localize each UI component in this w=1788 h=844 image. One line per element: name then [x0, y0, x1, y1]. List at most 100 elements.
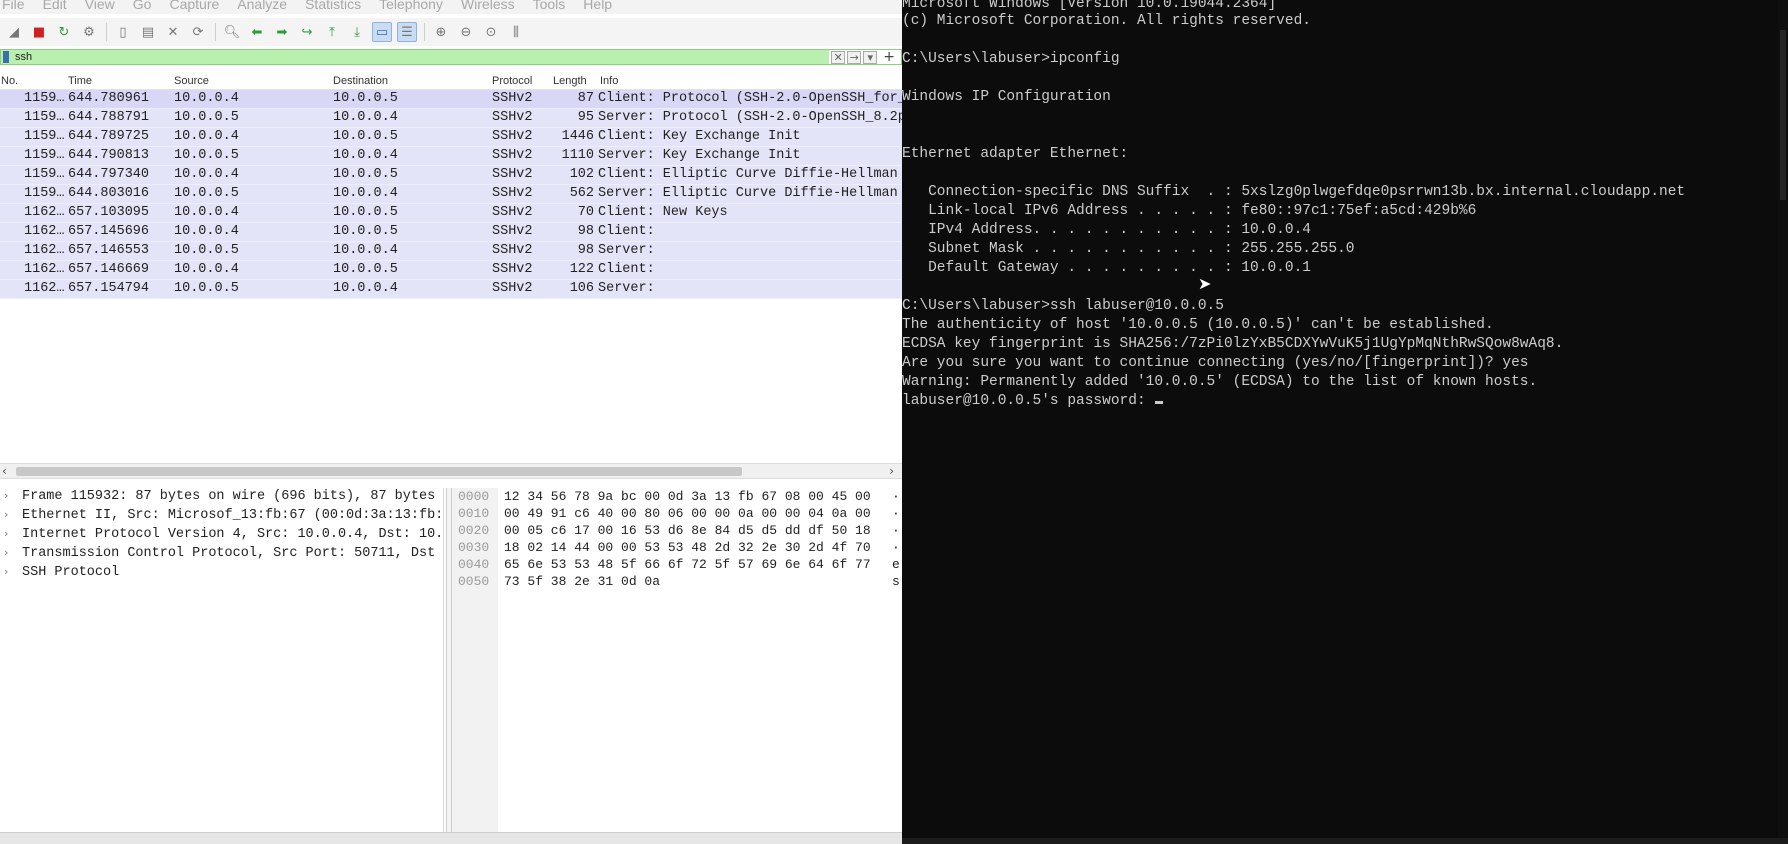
scroll-left-icon[interactable]: ‹	[2, 464, 7, 478]
save-file-icon[interactable]: ▤	[138, 22, 158, 42]
packet-row[interactable]: 1162… 657.145696 10.0.0.4 10.0.0.5 SSHv2…	[0, 223, 902, 242]
packet-row[interactable]: 1159… 644.790813 10.0.0.5 10.0.0.4 SSHv2…	[0, 147, 902, 166]
byte-hex[interactable]: 00 49 91 c6 40 00 80 06 00 00 0a 00 00 0…	[504, 506, 871, 521]
packet-row[interactable]: 1162… 657.146553 10.0.0.5 10.0.0.4 SSHv2…	[0, 242, 902, 261]
open-file-icon[interactable]: ▯	[113, 22, 133, 42]
byte-hex[interactable]: 65 6e 53 53 48 5f 66 6f 72 5f 57 69 6e 6…	[504, 557, 871, 572]
scrollbar-thumb[interactable]	[16, 467, 742, 476]
packet-row[interactable]: 1159… 644.788791 10.0.0.5 10.0.0.4 SSHv2…	[0, 109, 902, 128]
filter-history-icon[interactable]: ▾	[863, 50, 878, 64]
column-header-time[interactable]: Time	[68, 75, 92, 87]
byte-ascii[interactable]: ·	[892, 523, 900, 538]
close-file-icon[interactable]: ✕	[163, 22, 183, 42]
go-first-packet-icon[interactable]: ⤒	[322, 22, 342, 42]
colorize-icon[interactable]: ☰	[397, 22, 417, 42]
menu-view[interactable]: View	[85, 0, 115, 11]
packet-protocol: SSHv2	[492, 129, 533, 144]
stop-capture-icon[interactable]: ■	[29, 22, 49, 42]
resize-columns-icon[interactable]: ⫼	[506, 22, 526, 42]
packet-row[interactable]: 1162… 657.103095 10.0.0.4 10.0.0.5 SSHv2…	[0, 204, 902, 223]
packet-row[interactable]: 1162… 657.146669 10.0.0.4 10.0.0.5 SSHv2…	[0, 261, 902, 280]
packet-info: Client: Elliptic Curve Diffie-Hellman Ke	[598, 167, 902, 182]
byte-hex[interactable]: 12 34 56 78 9a bc 00 0d 3a 13 fb 67 08 0…	[504, 489, 871, 504]
terminal-scrollbar[interactable]	[1778, 0, 1788, 844]
menu-wireless[interactable]: Wireless	[461, 0, 515, 11]
capture-options-icon[interactable]: ⚙	[79, 22, 99, 42]
packet-list-horizontal-scrollbar[interactable]: ‹ ›	[0, 463, 902, 479]
menu-edit[interactable]: Edit	[43, 0, 67, 11]
window-bottom-edge	[902, 838, 1788, 844]
packet-no: 1162…	[24, 243, 64, 258]
detail-tree-item[interactable]: › Internet Protocol Version 4, Src: 10.0…	[0, 526, 443, 545]
packet-row[interactable]: 1159… 644.797340 10.0.0.4 10.0.0.5 SSHv2…	[0, 166, 902, 185]
menu-statistics[interactable]: Statistics	[305, 0, 361, 11]
byte-ascii[interactable]: e	[892, 557, 900, 572]
byte-ascii[interactable]: ·	[892, 506, 900, 521]
menu-help[interactable]: Help	[583, 0, 612, 11]
detail-tree-item[interactable]: › Transmission Control Protocol, Src Por…	[0, 545, 443, 564]
shark-fin-start-icon[interactable]: ◢	[4, 22, 24, 42]
packet-row[interactable]: 1159… 644.803016 10.0.0.5 10.0.0.4 SSHv2…	[0, 185, 902, 204]
packet-info: Server: Key Exchange Init	[598, 148, 801, 163]
packet-time: 644.797340	[68, 167, 150, 182]
byte-ascii[interactable]: ·	[892, 540, 900, 555]
command-prompt-window[interactable]: Microsoft Windows [Version 10.0.19044.23…	[902, 0, 1788, 844]
scroll-right-icon[interactable]: ›	[889, 464, 894, 478]
detail-tree-item[interactable]: › Frame 115932: 87 bytes on wire (696 bi…	[0, 488, 443, 507]
byte-ascii[interactable]: ·	[892, 489, 900, 504]
packet-no: 1162…	[24, 205, 64, 220]
menu-tools[interactable]: Tools	[533, 0, 566, 11]
packet-length: 87	[577, 91, 594, 106]
clear-filter-icon[interactable]: ✕	[831, 50, 846, 64]
column-header-source[interactable]: Source	[174, 75, 209, 87]
packet-protocol: SSHv2	[492, 91, 533, 106]
go-back-icon[interactable]: ⬅	[247, 22, 267, 42]
packet-protocol: SSHv2	[492, 110, 533, 125]
detail-tree-item[interactable]: › Ethernet II, Src: Microsof_13:fb:67 (0…	[0, 507, 443, 526]
expand-chevron-icon[interactable]: ›	[4, 527, 8, 540]
packet-row[interactable]: 1159… 644.780961 10.0.0.4 10.0.0.5 SSHv2…	[0, 90, 902, 109]
detail-tree-item[interactable]: › SSH Protocol	[0, 564, 443, 583]
column-header-destination[interactable]: Destination	[333, 75, 388, 87]
packet-source: 10.0.0.4	[174, 129, 239, 144]
packet-list: 1159… 644.780961 10.0.0.4 10.0.0.5 SSHv2…	[0, 90, 902, 299]
find-packet-icon[interactable]: 🔍︎	[222, 22, 242, 42]
menu-go[interactable]: Go	[133, 0, 152, 11]
byte-hex[interactable]: 00 05 c6 17 00 16 53 d6 8e 84 d5 d5 dd d…	[504, 523, 871, 538]
reload-file-icon[interactable]: ⟳	[188, 22, 208, 42]
expand-chevron-icon[interactable]: ›	[4, 508, 8, 521]
expand-chevron-icon[interactable]: ›	[4, 489, 8, 502]
bookmark-icon[interactable]	[3, 51, 9, 63]
go-to-packet-icon[interactable]: ↪	[297, 22, 317, 42]
column-header-info[interactable]: Info	[600, 75, 618, 87]
packet-time: 657.145696	[68, 224, 150, 239]
restart-capture-icon[interactable]: ↻	[54, 22, 74, 42]
byte-hex[interactable]: 73 5f 38 2e 31 0d 0a	[504, 574, 660, 589]
scrollbar-thumb[interactable]	[1780, 30, 1786, 200]
terminal-line: Windows IP Configuration	[902, 89, 1111, 105]
terminal-prompt-line[interactable]: labuser@10.0.0.5's password:	[902, 392, 1164, 411]
menu-file[interactable]: File	[2, 0, 25, 11]
zoom-out-icon[interactable]: ⊖	[456, 22, 476, 42]
packet-row[interactable]: 1159… 644.789725 10.0.0.4 10.0.0.5 SSHv2…	[0, 128, 902, 147]
byte-ascii[interactable]: s	[892, 574, 900, 589]
normal-size-icon[interactable]: ⊙	[481, 22, 501, 42]
zoom-in-icon[interactable]: ⊕	[431, 22, 451, 42]
column-header-no[interactable]: No.	[1, 75, 18, 87]
go-forward-icon[interactable]: ➡	[272, 22, 292, 42]
go-last-packet-icon[interactable]: ⤓	[347, 22, 367, 42]
display-filter-input[interactable]	[15, 50, 830, 64]
byte-hex[interactable]: 18 02 14 44 00 00 53 53 48 2d 32 2e 30 2…	[504, 540, 871, 555]
autoscroll-icon[interactable]: ▭	[372, 22, 392, 42]
expand-chevron-icon[interactable]: ›	[4, 565, 8, 578]
column-header-protocol[interactable]: Protocol	[492, 75, 532, 87]
wireshark-window: File Edit View Go Capture Analyze Statis…	[0, 0, 902, 844]
column-header-length[interactable]: Length	[553, 75, 587, 87]
menu-telephony[interactable]: Telephony	[379, 0, 443, 11]
add-filter-button-icon[interactable]: +	[883, 49, 895, 65]
packet-row[interactable]: 1162… 657.154794 10.0.0.5 10.0.0.4 SSHv2…	[0, 280, 902, 299]
menu-capture[interactable]: Capture	[169, 0, 219, 11]
apply-filter-icon[interactable]: →	[847, 50, 862, 64]
menu-analyze[interactable]: Analyze	[237, 0, 287, 11]
expand-chevron-icon[interactable]: ›	[4, 546, 8, 559]
